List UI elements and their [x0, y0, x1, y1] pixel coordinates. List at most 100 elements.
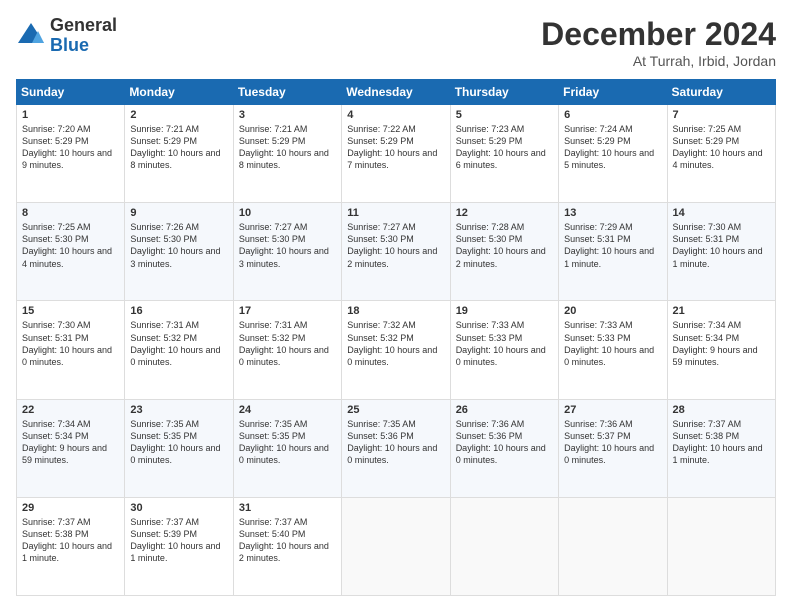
table-row: 15 Sunrise: 7:30 AMSunset: 5:31 PMDayligh… — [17, 301, 125, 399]
day-number: 3 — [239, 109, 336, 121]
table-row: 14 Sunrise: 7:30 AMSunset: 5:31 PMDayligh… — [667, 203, 775, 301]
cell-info: Sunrise: 7:35 AMSunset: 5:35 PMDaylight:… — [239, 419, 329, 465]
table-row: 25 Sunrise: 7:35 AMSunset: 5:36 PMDayligh… — [342, 399, 450, 497]
table-row: 17 Sunrise: 7:31 AMSunset: 5:32 PMDayligh… — [233, 301, 341, 399]
table-row: 23 Sunrise: 7:35 AMSunset: 5:35 PMDayligh… — [125, 399, 233, 497]
cell-info: Sunrise: 7:34 AMSunset: 5:34 PMDaylight:… — [673, 320, 758, 366]
table-row: 24 Sunrise: 7:35 AMSunset: 5:35 PMDayligh… — [233, 399, 341, 497]
table-row: 27Sunrise: 7:36 AMSunset: 5:37 PMDayligh… — [559, 399, 667, 497]
table-row: 10Sunrise: 7:27 AMSunset: 5:30 PMDayligh… — [233, 203, 341, 301]
calendar-week-row: 1 Sunrise: 7:20 AMSunset: 5:29 PMDaylight… — [17, 105, 776, 203]
cell-info: Sunrise: 7:22 AMSunset: 5:29 PMDaylight:… — [347, 124, 437, 170]
header-thursday: Thursday — [450, 80, 558, 105]
day-number: 14 — [673, 207, 770, 219]
calendar: Sunday Monday Tuesday Wednesday Thursday… — [16, 79, 776, 596]
logo-general: General — [50, 16, 117, 36]
day-number: 21 — [673, 305, 770, 317]
cell-info: Sunrise: 7:30 AMSunset: 5:31 PMDaylight:… — [673, 222, 763, 268]
cell-info: Sunrise: 7:33 AMSunset: 5:33 PMDaylight:… — [456, 320, 546, 366]
cell-info: Sunrise: 7:31 AMSunset: 5:32 PMDaylight:… — [130, 320, 220, 366]
cell-info: Sunrise: 7:37 AMSunset: 5:39 PMDaylight:… — [130, 517, 220, 563]
day-number: 22 — [22, 404, 119, 416]
day-number: 16 — [130, 305, 227, 317]
day-number: 17 — [239, 305, 336, 317]
calendar-week-row: 29 Sunrise: 7:37 AMSunset: 5:38 PMDayligh… — [17, 497, 776, 595]
table-row: 28 Sunrise: 7:37 AMSunset: 5:38 PMDayligh… — [667, 399, 775, 497]
logo: General Blue — [16, 16, 117, 56]
header-wednesday: Wednesday — [342, 80, 450, 105]
location: At Turrah, Irbid, Jordan — [541, 53, 776, 69]
calendar-week-row: 22 Sunrise: 7:34 AMSunset: 5:34 PMDayligh… — [17, 399, 776, 497]
cell-info: Sunrise: 7:37 AMSunset: 5:38 PMDaylight:… — [22, 517, 112, 563]
day-number: 30 — [130, 502, 227, 514]
table-row — [450, 497, 558, 595]
day-number: 12 — [456, 207, 553, 219]
cell-info: Sunrise: 7:31 AMSunset: 5:32 PMDaylight:… — [239, 320, 329, 366]
day-number: 4 — [347, 109, 444, 121]
day-number: 9 — [130, 207, 227, 219]
cell-info: Sunrise: 7:35 AMSunset: 5:36 PMDaylight:… — [347, 419, 437, 465]
header-saturday: Saturday — [667, 80, 775, 105]
day-number: 1 — [22, 109, 119, 121]
calendar-week-row: 15 Sunrise: 7:30 AMSunset: 5:31 PMDayligh… — [17, 301, 776, 399]
day-number: 13 — [564, 207, 661, 219]
day-number: 19 — [456, 305, 553, 317]
table-row: 9Sunrise: 7:26 AMSunset: 5:30 PMDaylight… — [125, 203, 233, 301]
cell-info: Sunrise: 7:25 AMSunset: 5:29 PMDaylight:… — [673, 124, 763, 170]
day-number: 23 — [130, 404, 227, 416]
table-row: 1 Sunrise: 7:20 AMSunset: 5:29 PMDaylight… — [17, 105, 125, 203]
table-row — [667, 497, 775, 595]
logo-text: General Blue — [50, 16, 117, 56]
logo-blue: Blue — [50, 36, 117, 56]
title-area: December 2024 At Turrah, Irbid, Jordan — [541, 16, 776, 69]
table-row: 3Sunrise: 7:21 AMSunset: 5:29 PMDaylight… — [233, 105, 341, 203]
cell-info: Sunrise: 7:33 AMSunset: 5:33 PMDaylight:… — [564, 320, 654, 366]
cell-info: Sunrise: 7:28 AMSunset: 5:30 PMDaylight:… — [456, 222, 546, 268]
table-row: 21 Sunrise: 7:34 AMSunset: 5:34 PMDayligh… — [667, 301, 775, 399]
day-number: 18 — [347, 305, 444, 317]
table-row — [342, 497, 450, 595]
logo-icon — [16, 21, 46, 51]
cell-info: Sunrise: 7:37 AMSunset: 5:40 PMDaylight:… — [239, 517, 329, 563]
day-number: 20 — [564, 305, 661, 317]
table-row: 5Sunrise: 7:23 AMSunset: 5:29 PMDaylight… — [450, 105, 558, 203]
day-number: 28 — [673, 404, 770, 416]
table-row: 8 Sunrise: 7:25 AMSunset: 5:30 PMDaylight… — [17, 203, 125, 301]
day-number: 7 — [673, 109, 770, 121]
cell-info: Sunrise: 7:32 AMSunset: 5:32 PMDaylight:… — [347, 320, 437, 366]
table-row: 22 Sunrise: 7:34 AMSunset: 5:34 PMDayligh… — [17, 399, 125, 497]
table-row: 12 Sunrise: 7:28 AMSunset: 5:30 PMDayligh… — [450, 203, 558, 301]
table-row: 19 Sunrise: 7:33 AMSunset: 5:33 PMDayligh… — [450, 301, 558, 399]
cell-info: Sunrise: 7:23 AMSunset: 5:29 PMDaylight:… — [456, 124, 546, 170]
cell-info: Sunrise: 7:34 AMSunset: 5:34 PMDaylight:… — [22, 419, 107, 465]
cell-info: Sunrise: 7:24 AMSunset: 5:29 PMDaylight:… — [564, 124, 654, 170]
cell-info: Sunrise: 7:25 AMSunset: 5:30 PMDaylight:… — [22, 222, 112, 268]
header-monday: Monday — [125, 80, 233, 105]
day-number: 2 — [130, 109, 227, 121]
cell-info: Sunrise: 7:21 AMSunset: 5:29 PMDaylight:… — [130, 124, 220, 170]
table-row: 16 Sunrise: 7:31 AMSunset: 5:32 PMDayligh… — [125, 301, 233, 399]
cell-info: Sunrise: 7:20 AMSunset: 5:29 PMDaylight:… — [22, 124, 112, 170]
day-number: 29 — [22, 502, 119, 514]
day-number: 8 — [22, 207, 119, 219]
cell-info: Sunrise: 7:37 AMSunset: 5:38 PMDaylight:… — [673, 419, 763, 465]
table-row: 11Sunrise: 7:27 AMSunset: 5:30 PMDayligh… — [342, 203, 450, 301]
table-row: 29 Sunrise: 7:37 AMSunset: 5:38 PMDayligh… — [17, 497, 125, 595]
cell-info: Sunrise: 7:35 AMSunset: 5:35 PMDaylight:… — [130, 419, 220, 465]
table-row: 7 Sunrise: 7:25 AMSunset: 5:29 PMDaylight… — [667, 105, 775, 203]
table-row: 4 Sunrise: 7:22 AMSunset: 5:29 PMDaylight… — [342, 105, 450, 203]
cell-info: Sunrise: 7:29 AMSunset: 5:31 PMDaylight:… — [564, 222, 654, 268]
day-number: 24 — [239, 404, 336, 416]
table-row: 30 Sunrise: 7:37 AMSunset: 5:39 PMDayligh… — [125, 497, 233, 595]
cell-info: Sunrise: 7:27 AMSunset: 5:30 PMDaylight:… — [239, 222, 329, 268]
cell-info: Sunrise: 7:27 AMSunset: 5:30 PMDaylight:… — [347, 222, 437, 268]
cell-info: Sunrise: 7:36 AMSunset: 5:36 PMDaylight:… — [456, 419, 546, 465]
header: General Blue December 2024 At Turrah, Ir… — [16, 16, 776, 69]
table-row: 18 Sunrise: 7:32 AMSunset: 5:32 PMDayligh… — [342, 301, 450, 399]
table-row: 26Sunrise: 7:36 AMSunset: 5:36 PMDayligh… — [450, 399, 558, 497]
day-number: 25 — [347, 404, 444, 416]
cell-info: Sunrise: 7:30 AMSunset: 5:31 PMDaylight:… — [22, 320, 112, 366]
table-row: 13 Sunrise: 7:29 AMSunset: 5:31 PMDayligh… — [559, 203, 667, 301]
day-number: 15 — [22, 305, 119, 317]
day-number: 31 — [239, 502, 336, 514]
